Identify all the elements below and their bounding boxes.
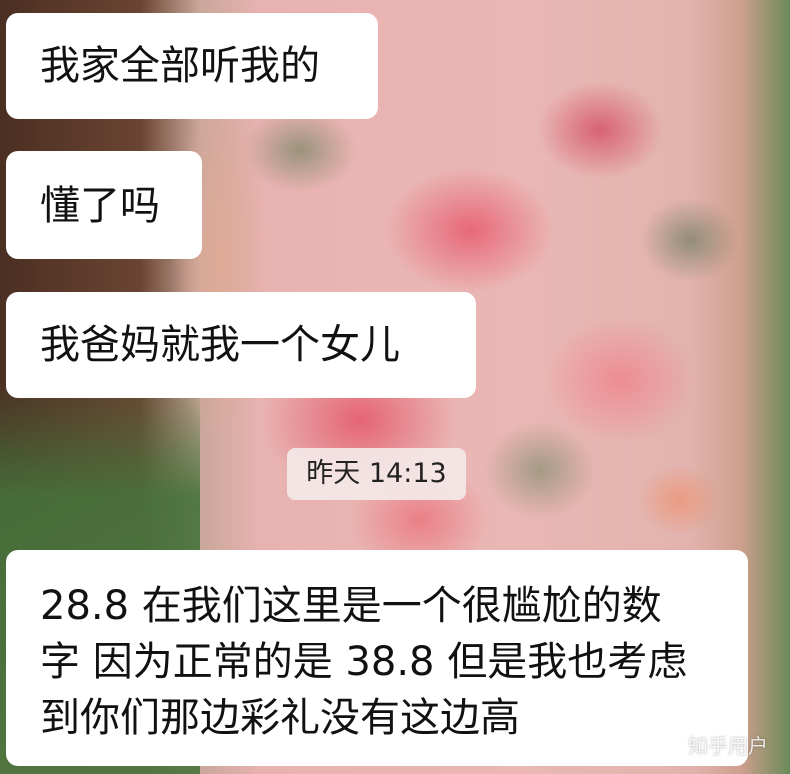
message-text-line: 字 因为正常的是 38.8 但是我也考虑: [40, 639, 688, 685]
message-text: 我家全部听我的: [40, 43, 320, 89]
message-text: 我爸妈就我一个女儿: [40, 322, 400, 368]
timestamp-divider: 昨天 14:13: [287, 448, 466, 500]
message-bubble[interactable]: 懂了吗: [6, 151, 202, 259]
message-text-line: 28.8 在我们这里是一个很尴尬的数: [40, 583, 662, 629]
message-bubble[interactable]: 我爸妈就我一个女儿: [6, 292, 476, 398]
message-text-line: 到你们那边彩礼没有这边高: [40, 695, 520, 741]
message-bubble[interactable]: 28.8 在我们这里是一个很尴尬的数 字 因为正常的是 38.8 但是我也考虑 …: [6, 550, 748, 766]
message-bubble[interactable]: 我家全部听我的: [6, 13, 378, 119]
message-text: 懂了吗: [40, 183, 160, 229]
watermark: 知乎用户: [688, 734, 768, 758]
